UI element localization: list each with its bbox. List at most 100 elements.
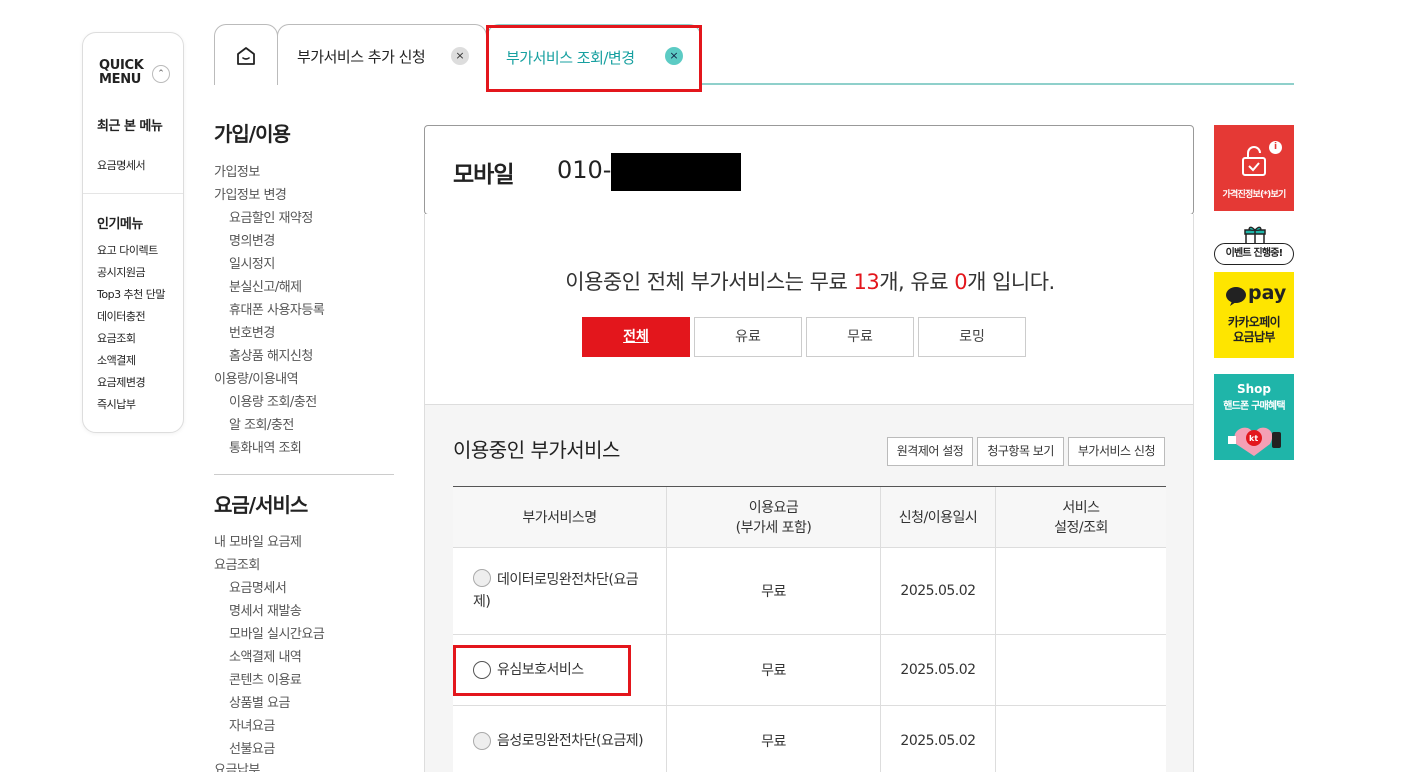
kakaopay-label: 카카오페이 요금납부 (1227, 315, 1281, 344)
free-count: 13 (853, 270, 880, 294)
line-type-label: 모바일 (453, 162, 514, 188)
shop-sub-label: 핸드폰 구매혜택 (1223, 401, 1285, 412)
paid-count: 0 (954, 270, 968, 294)
quick-popular-item[interactable]: 요고 다이렉트 (97, 242, 158, 258)
quick-menu-title: QUICK MENU (99, 58, 144, 87)
summary-text: 이용중인 전체 부가서비스는 무료 13개, 유료 0개 입니다. (565, 270, 1055, 294)
service-name-cell: 데이터로밍완전차단(요금제) (453, 548, 667, 634)
gift-icon (1244, 226, 1266, 245)
line-header: 모바일 010- (424, 125, 1194, 215)
nav-subitem[interactable]: 명세서 재발송 (229, 600, 302, 619)
kakaopay-logo-text: pay (1248, 282, 1287, 304)
nav-subitem[interactable]: 요금명세서 (229, 577, 287, 596)
nav-section-heading: 가입/이용 (214, 122, 291, 146)
filter-free-button[interactable]: 무료 (806, 317, 914, 357)
collapse-icon[interactable]: ⌃ (152, 65, 170, 83)
nav-item[interactable]: 가입정보 (214, 161, 260, 180)
nav-subitem[interactable]: 일시정지 (229, 253, 275, 272)
price-info-button[interactable]: i 가격진정보(*)보기 (1214, 125, 1294, 211)
column-header: 부가서비스명 (453, 487, 667, 547)
shop-label: Shop (1236, 382, 1272, 396)
nav-subitem[interactable]: 이용량 조회/충전 (229, 391, 317, 410)
filter-roaming-button[interactable]: 로밍 (918, 317, 1026, 357)
quick-popular-item[interactable]: 즉시납부 (97, 396, 136, 412)
close-icon[interactable]: × (451, 47, 469, 65)
nav-subitem[interactable]: 통화내역 조회 (229, 437, 302, 456)
nav-item[interactable]: 요금납부 (214, 759, 260, 772)
quick-popular-item[interactable]: 요금제변경 (97, 374, 146, 390)
quick-popular-item[interactable]: 데이터충전 (97, 308, 146, 324)
column-header: 신청/이용일시 (881, 487, 996, 547)
shop-illustration: kt (1228, 427, 1281, 456)
highlight-box (453, 645, 631, 696)
svg-text:kt: kt (1249, 434, 1258, 443)
nav-subitem[interactable]: 휴대폰 사용자등록 (229, 299, 325, 318)
date-cell: 2025.05.02 (881, 548, 996, 634)
tab-label: 부가서비스 추가 신청 (297, 48, 426, 66)
filter-group: 전체 유료 무료 로밍 (582, 317, 1026, 357)
nav-subitem[interactable]: 소액결제 내역 (229, 646, 302, 665)
setting-cell (996, 635, 1166, 705)
lock-icon (1242, 146, 1266, 176)
kakaopay-banner[interactable]: pay 카카오페이 요금납부 (1214, 272, 1294, 358)
nav-subitem[interactable]: 요금할인 재약정 (229, 207, 313, 226)
filter-all-button[interactable]: 전체 (582, 317, 690, 357)
nav-section-heading: 요금/서비스 (214, 493, 308, 517)
nav-item[interactable]: 내 모바일 요금제 (214, 531, 302, 550)
nav-subitem[interactable]: 자녀요금 (229, 715, 275, 734)
divider (83, 193, 183, 194)
billing-items-button[interactable]: 청구항목 보기 (977, 437, 1064, 466)
setting-cell (996, 548, 1166, 634)
summary-panel: 이용중인 전체 부가서비스는 무료 13개, 유료 0개 입니다. 전체 유료 … (424, 214, 1194, 404)
quick-popular-item[interactable]: 공시지원금 (97, 264, 146, 280)
tab-home[interactable] (214, 24, 278, 85)
service-name: 데이터로밍완전차단(요금제) (473, 572, 639, 610)
quick-popular-item[interactable]: 요금조회 (97, 330, 136, 346)
nav-subitem[interactable]: 분실신고/해제 (229, 276, 302, 295)
nav-subitem[interactable]: 명의변경 (229, 230, 275, 249)
shop-banner[interactable]: Shop 핸드폰 구매혜택 kt (1214, 374, 1294, 460)
tab-add-service[interactable]: 부가서비스 추가 신청 × (277, 24, 487, 85)
recent-menu-heading: 최근 본 메뉴 (97, 119, 163, 134)
fee-cell: 무료 (667, 635, 881, 705)
nav-item[interactable]: 가입정보 변경 (214, 184, 287, 203)
action-buttons: 원격제어 설정 청구항목 보기 부가서비스 신청 (886, 437, 1165, 466)
nav-subitem[interactable]: 번호변경 (229, 322, 275, 341)
quick-menu: QUICK MENU ⌃ 최근 본 메뉴 요금명세서 인기메뉴 요고 다이렉트 … (82, 32, 184, 433)
radio-button[interactable] (473, 569, 491, 587)
nav-subitem[interactable]: 알 조회/충전 (229, 414, 294, 433)
house-icon (237, 47, 255, 65)
apply-service-button[interactable]: 부가서비스 신청 (1067, 437, 1165, 466)
event-badge: 이벤트 진행중! (1214, 243, 1294, 265)
nav-item[interactable]: 요금조회 (214, 554, 260, 573)
nav-subitem[interactable]: 모바일 실시간요금 (229, 623, 325, 642)
nav-subitem[interactable]: 홈상품 해지신청 (229, 345, 313, 364)
fee-cell: 무료 (667, 706, 881, 772)
service-table: 부가서비스명 이용요금 (부가세 포함) 신청/이용일시 서비스 설정/조회 데… (453, 486, 1166, 772)
nav-item[interactable]: 이용량/이용내역 (214, 368, 299, 387)
service-list-panel: 이용중인 부가서비스 원격제어 설정 청구항목 보기 부가서비스 신청 부가서비… (424, 404, 1194, 772)
nav-subitem[interactable]: 상품별 요금 (229, 692, 290, 711)
nav-divider (214, 474, 394, 475)
service-name: 음성로밍완전차단(요금제) (497, 733, 644, 749)
column-header: 이용요금 (부가세 포함) (667, 487, 881, 547)
phone-number: 010- (557, 156, 612, 184)
quick-popular-item[interactable]: 소액결제 (97, 352, 136, 368)
popular-menu-heading: 인기메뉴 (97, 217, 143, 232)
filter-paid-button[interactable]: 유료 (694, 317, 802, 357)
nav-subitem[interactable]: 콘텐츠 이용료 (229, 669, 302, 688)
date-cell: 2025.05.02 (881, 706, 996, 772)
nav-subitem[interactable]: 선불요금 (229, 738, 275, 757)
table-row: 데이터로밍완전차단(요금제) 무료 2025.05.02 (453, 548, 1166, 635)
price-info-label: 가격진정보(*)보기 (1222, 190, 1287, 200)
tab-bar: 부가서비스 추가 신청 × 부가서비스 조회/변경 × (214, 24, 1294, 85)
remote-control-button[interactable]: 원격제어 설정 (886, 437, 974, 466)
radio-button[interactable] (473, 732, 491, 750)
service-name-cell: 음성로밍완전차단(요금제) (453, 706, 667, 772)
quick-popular-item[interactable]: Top3 추천 단말 (97, 286, 166, 302)
setting-cell (996, 706, 1166, 772)
redaction-mask (611, 153, 741, 191)
quick-recent-item[interactable]: 요금명세서 (97, 157, 146, 173)
table-header-row: 부가서비스명 이용요금 (부가세 포함) 신청/이용일시 서비스 설정/조회 (453, 487, 1166, 548)
highlight-box (486, 25, 702, 92)
